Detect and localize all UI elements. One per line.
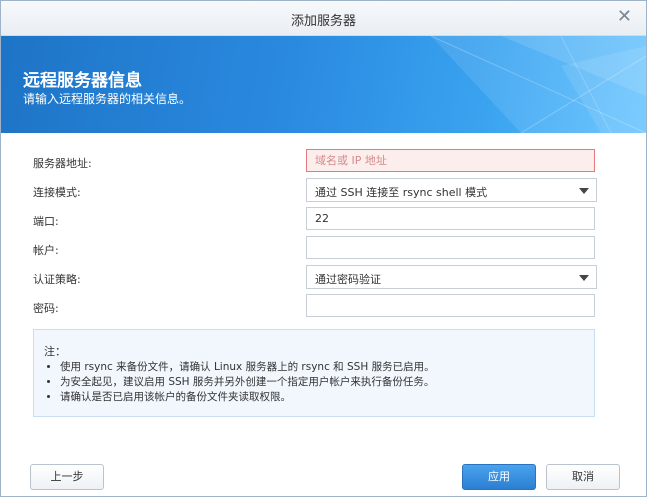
note-item: 使用 rsync 来备份文件，请确认 Linux 服务器上的 rsync 和 S… xyxy=(60,360,590,375)
auth-policy-label: 认证策略: xyxy=(33,273,81,286)
header-banner: 远程服务器信息 请输入远程服务器的相关信息。 xyxy=(1,36,646,133)
banner-subheading: 请输入远程服务器的相关信息。 xyxy=(23,92,192,106)
note-box: 注： 使用 rsync 来备份文件，请确认 Linux 服务器上的 rsync … xyxy=(33,329,595,417)
account-label: 帐户: xyxy=(33,244,59,257)
chevron-down-icon xyxy=(579,275,589,281)
chevron-down-icon xyxy=(579,188,589,194)
apply-button[interactable]: 应用 xyxy=(462,464,536,490)
port-field-wrap xyxy=(306,207,595,230)
connection-mode-label: 连接模式: xyxy=(33,186,81,199)
connection-mode-value: 通过 SSH 连接至 rsync shell 模式 xyxy=(315,186,488,199)
back-button[interactable]: 上一步 xyxy=(30,464,104,490)
password-input[interactable] xyxy=(307,295,594,316)
note-item: 为安全起见，建议启用 SSH 服务并另外创建一个指定用户帐户来执行备份任务。 xyxy=(60,375,590,390)
banner-heading: 远程服务器信息 xyxy=(23,71,142,91)
password-field-wrap xyxy=(306,294,595,317)
cancel-button[interactable]: 取消 xyxy=(546,464,620,490)
server-address-input[interactable] xyxy=(307,150,594,171)
account-field-wrap xyxy=(306,236,595,259)
port-input[interactable] xyxy=(307,208,594,229)
close-icon[interactable]: ✕ xyxy=(617,7,632,27)
account-input[interactable] xyxy=(307,237,594,258)
auth-policy-select[interactable]: 通过密码验证 xyxy=(306,265,597,289)
note-title: 注： xyxy=(44,345,66,358)
connection-mode-select[interactable]: 通过 SSH 连接至 rsync shell 模式 xyxy=(306,178,597,202)
add-server-dialog: 添加服务器 ✕ 远程服务器信息 请输入远程服务器的相关信息。 服务器地址: 连接… xyxy=(0,0,647,497)
auth-policy-value: 通过密码验证 xyxy=(315,273,381,286)
port-label: 端口: xyxy=(33,215,59,228)
note-item: 请确认是否已启用该帐户的备份文件夹读取权限。 xyxy=(60,390,590,405)
server-address-label: 服务器地址: xyxy=(33,157,92,170)
dialog-titlebar: 添加服务器 ✕ xyxy=(1,1,646,36)
server-address-field-wrap xyxy=(306,149,595,172)
note-list: 使用 rsync 来备份文件，请确认 Linux 服务器上的 rsync 和 S… xyxy=(44,360,590,405)
dialog-title: 添加服务器 xyxy=(290,14,356,29)
password-label: 密码: xyxy=(33,302,59,315)
